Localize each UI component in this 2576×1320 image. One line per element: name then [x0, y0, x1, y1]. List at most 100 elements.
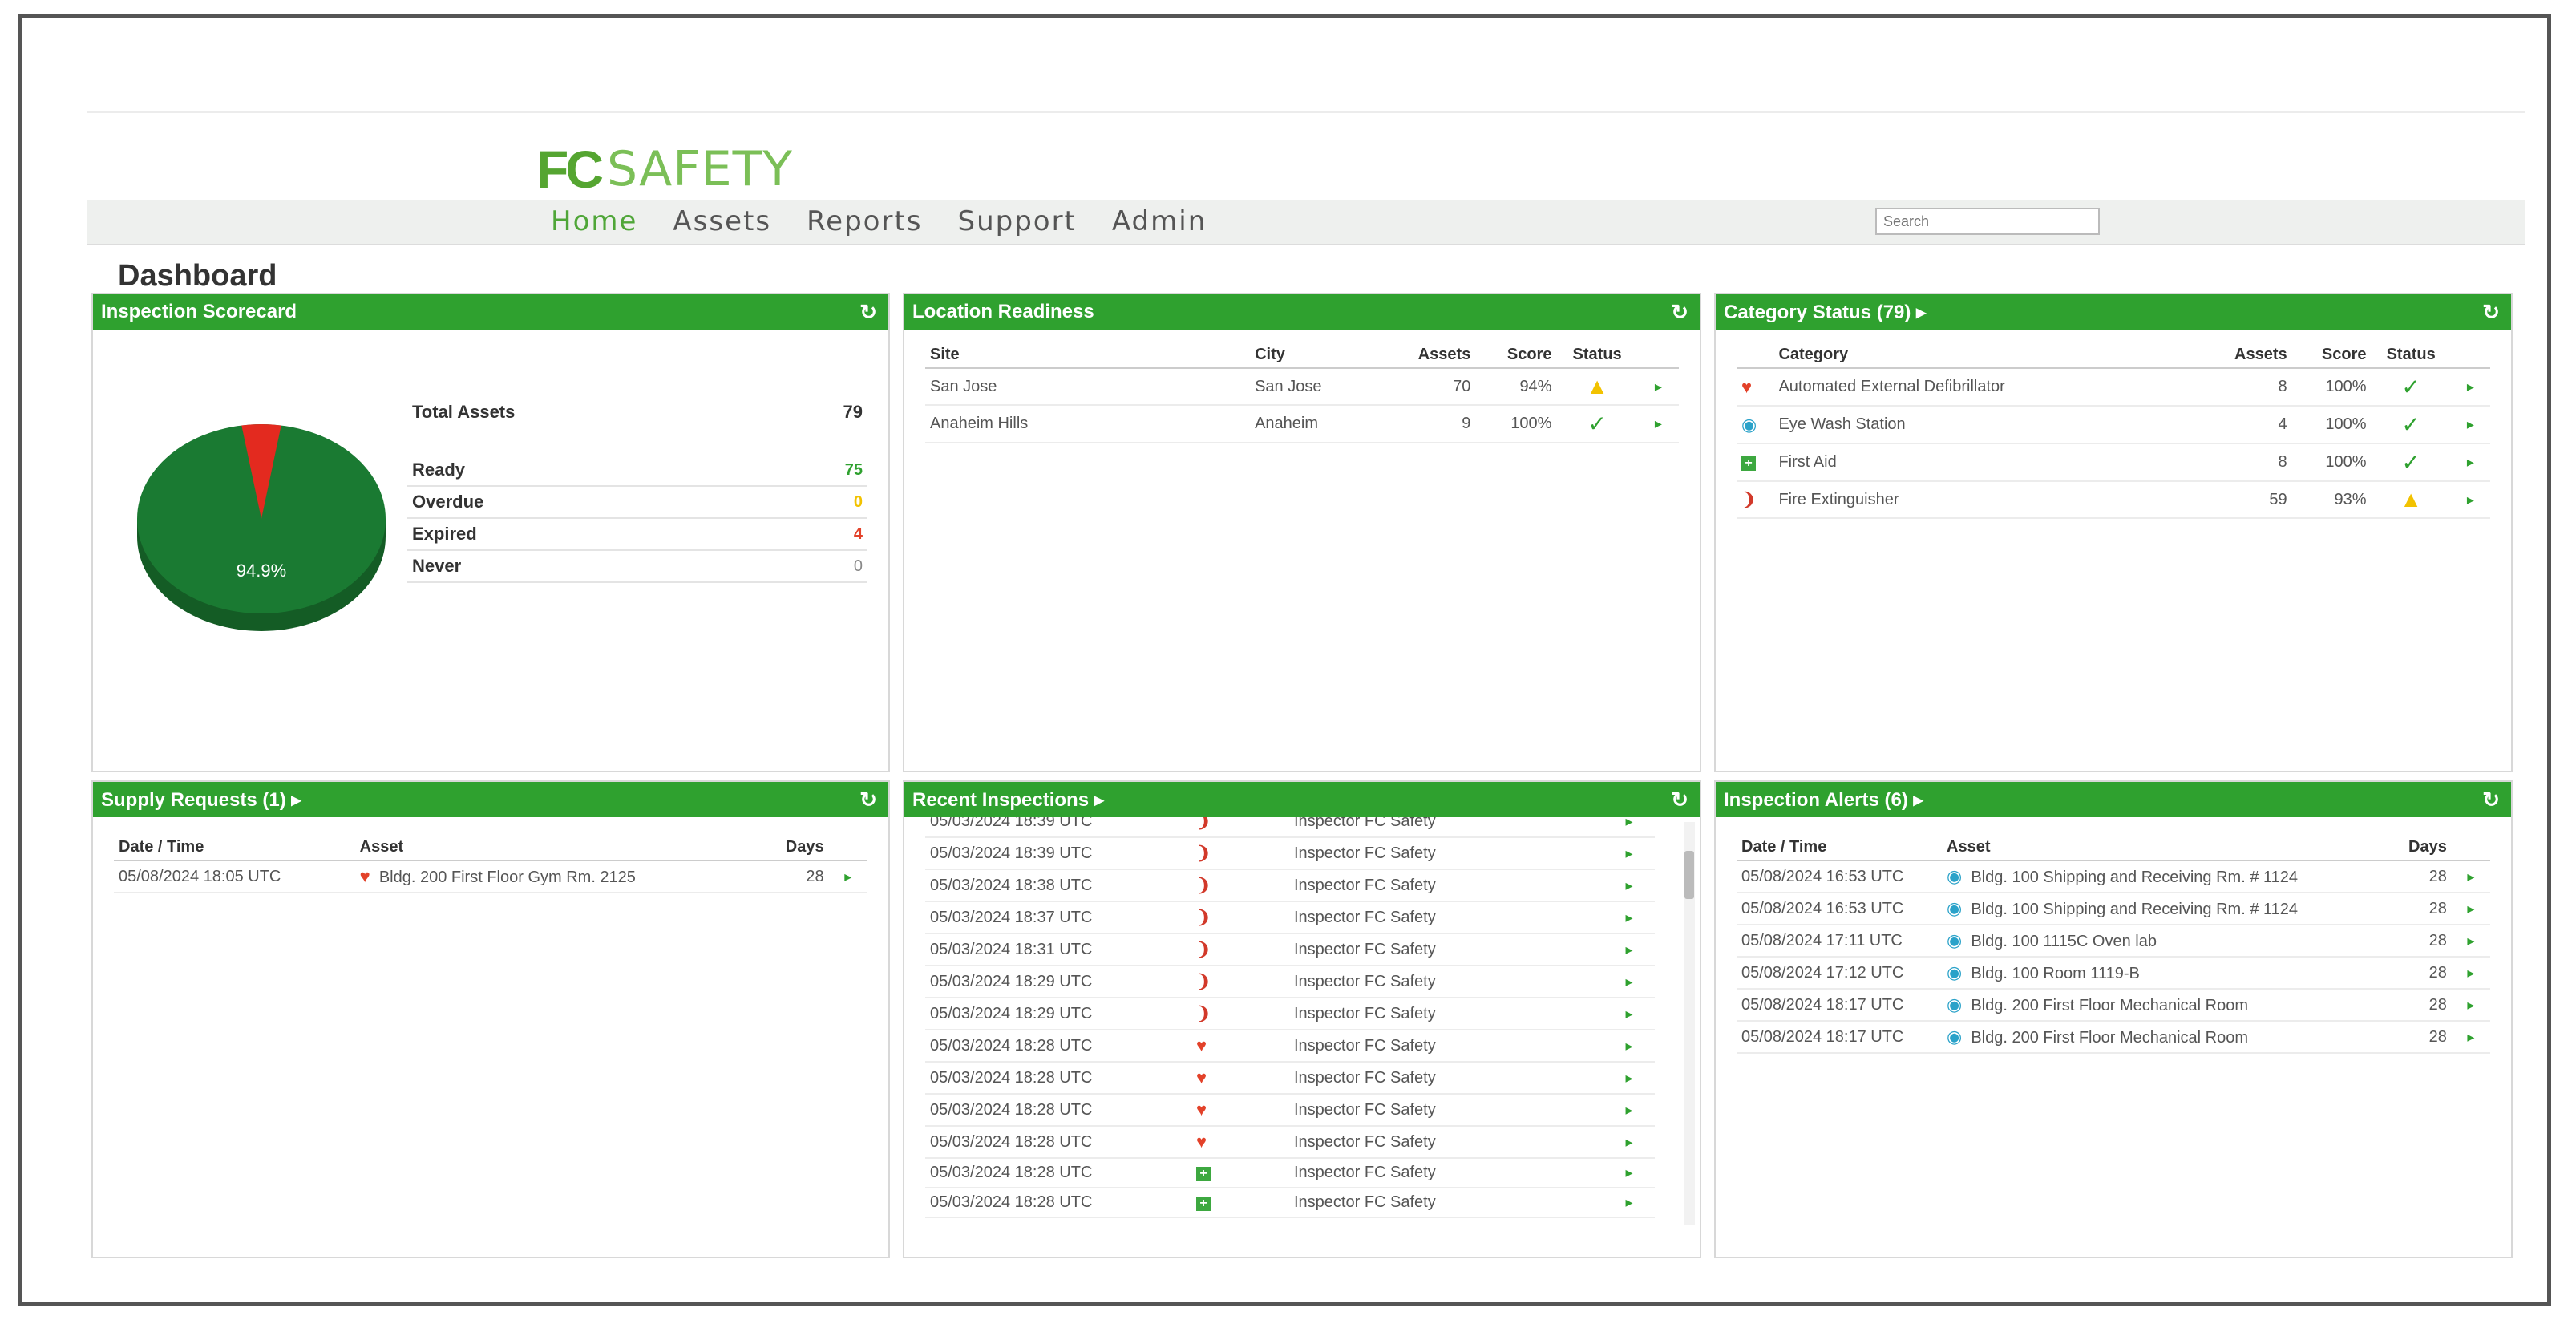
panel-title-link[interactable]: Recent Inspections ▸: [912, 788, 1104, 812]
recent-inspections-panel: Recent Inspections ▸ ↻ 05/03/2024 18:39 …: [903, 780, 1701, 1258]
table-row[interactable]: 05/08/2024 18:05 UTC ♥ Bldg. 200 First F…: [114, 860, 867, 893]
caret-right-icon[interactable]: ▸: [1625, 909, 1632, 925]
asset-cell: Bldg. 100 1115C Oven lab: [1971, 933, 2157, 950]
panel-title-link[interactable]: Category Status (79) ▸: [1724, 301, 1926, 324]
table-row[interactable]: 05/03/2024 18:28 UTC ♥ Inspector FC Safe…: [925, 1126, 1655, 1159]
search-input[interactable]: [1875, 208, 2100, 235]
refresh-icon[interactable]: ↻: [2482, 300, 2500, 325]
scorecard-row[interactable]: Ready 75: [407, 455, 867, 487]
refresh-icon[interactable]: ↻: [859, 300, 877, 325]
table-row[interactable]: 05/03/2024 18:28 UTC + Inspector FC Safe…: [925, 1188, 1655, 1218]
table-row[interactable]: 05/03/2024 18:28 UTC ♥ Inspector FC Safe…: [925, 1094, 1655, 1127]
caret-right-icon[interactable]: ▸: [1625, 974, 1632, 990]
table-row[interactable]: Anaheim Hills Anaheim 9 100% ✓ ▸: [925, 405, 1679, 443]
caret-right-icon[interactable]: ▸: [1625, 845, 1632, 861]
caret-right-icon[interactable]: ▸: [2467, 901, 2474, 917]
inspector-cell: Inspector FC Safety: [1289, 869, 1603, 902]
caret-right-icon[interactable]: ▸: [1655, 379, 1662, 395]
caret-right-icon[interactable]: ▸: [1625, 1006, 1632, 1022]
table-row[interactable]: + First Aid 8 100% ✓ ▸: [1737, 443, 2490, 482]
fire-extinguisher-icon: ❩: [1196, 907, 1211, 927]
fire-extinguisher-icon: ❩: [1196, 939, 1211, 959]
caret-right-icon[interactable]: ▸: [2467, 869, 2474, 885]
panel-header: Location Readiness ↻: [904, 294, 1700, 330]
table-row[interactable]: San Jose San Jose 70 94% ▲ ▸: [925, 368, 1679, 406]
aed-icon: ♥: [1196, 1132, 1207, 1152]
caret-right-icon[interactable]: ▸: [2467, 454, 2474, 470]
caret-right-icon[interactable]: ▸: [1625, 1194, 1632, 1210]
scorecard-row[interactable]: Overdue 0: [407, 486, 867, 519]
caret-right-icon[interactable]: ▸: [2467, 997, 2474, 1013]
asset-cell: Bldg. 200 First Floor Mechanical Room: [1971, 1029, 2249, 1047]
panel-title-link[interactable]: Inspection Alerts (6) ▸: [1724, 788, 1923, 812]
table-row[interactable]: 05/03/2024 18:37 UTC ❩ Inspector FC Safe…: [925, 901, 1655, 934]
table-row[interactable]: 05/08/2024 16:53 UTC ◉ Bldg. 100 Shippin…: [1737, 893, 2490, 925]
total-assets-row: Total Assets 79: [407, 397, 867, 455]
caret-right-icon[interactable]: ▸: [2467, 933, 2474, 949]
caret-right-icon[interactable]: ▸: [2467, 965, 2474, 981]
refresh-icon[interactable]: ↻: [1671, 300, 1688, 325]
caret-right-icon[interactable]: ▸: [844, 869, 851, 885]
nav-support[interactable]: Support: [957, 205, 1076, 237]
caret-right-icon[interactable]: ▸: [1655, 415, 1662, 431]
refresh-icon[interactable]: ↻: [1671, 788, 1688, 812]
nav-admin[interactable]: Admin: [1112, 205, 1207, 237]
date-cell: 05/08/2024 16:53 UTC: [1737, 893, 1942, 925]
caret-right-icon[interactable]: ▸: [1625, 877, 1632, 893]
table-row[interactable]: 05/08/2024 17:12 UTC ◉ Bldg. 100 Room 11…: [1737, 957, 2490, 990]
caret-right-icon: ▸: [1094, 788, 1104, 811]
caret-right-icon[interactable]: ▸: [1625, 941, 1632, 958]
scorecard-row[interactable]: Never 0: [407, 550, 867, 583]
asset-cell: Bldg. 200 First Floor Mechanical Room: [1971, 997, 2249, 1014]
panel-title-link[interactable]: Supply Requests (1) ▸: [101, 788, 301, 812]
date-cell: 05/03/2024 18:38 UTC: [925, 869, 1191, 902]
eye-wash-icon: ◉: [1947, 962, 1963, 982]
brand-logo[interactable]: FC SAFETY: [536, 140, 793, 199]
table-row[interactable]: 05/03/2024 18:29 UTC ❩ Inspector FC Safe…: [925, 966, 1655, 998]
scrollbar-thumb[interactable]: [1684, 851, 1694, 899]
table-row[interactable]: 05/03/2024 18:39 UTC ❩ Inspector FC Safe…: [925, 837, 1655, 870]
nav-reports[interactable]: Reports: [807, 205, 922, 237]
refresh-icon[interactable]: ↻: [859, 788, 877, 812]
date-cell: 05/08/2024 17:12 UTC: [1737, 957, 1942, 990]
caret-right-icon[interactable]: ▸: [1625, 1070, 1632, 1086]
category-status-panel: Category Status (79) ▸ ↻ Category Assets…: [1714, 293, 2513, 772]
score-cell: 100%: [2291, 368, 2372, 407]
table-row[interactable]: 05/08/2024 17:11 UTC ◉ Bldg. 100 1115C O…: [1737, 925, 2490, 958]
check-icon: ✓: [2401, 375, 2420, 399]
table-row[interactable]: ♥ Automated External Defibrillator 8 100…: [1737, 368, 2490, 407]
nav-home[interactable]: Home: [551, 205, 637, 237]
caret-right-icon[interactable]: ▸: [1625, 1102, 1632, 1118]
table-row[interactable]: 05/08/2024 18:17 UTC ◉ Bldg. 200 First F…: [1737, 989, 2490, 1022]
caret-right-icon[interactable]: ▸: [1625, 1038, 1632, 1054]
column-header: Date / Time: [1737, 835, 1942, 861]
inspector-cell: Inspector FC Safety: [1289, 933, 1603, 966]
caret-right-icon[interactable]: ▸: [1625, 1134, 1632, 1150]
caret-right-icon[interactable]: ▸: [1625, 1164, 1632, 1180]
date-cell: 05/03/2024 18:39 UTC: [925, 837, 1191, 870]
column-header-blank: [2450, 342, 2490, 369]
scrollbar[interactable]: [1684, 822, 1695, 1225]
table-row[interactable]: 05/03/2024 18:38 UTC ❩ Inspector FC Safe…: [925, 869, 1655, 902]
refresh-icon[interactable]: ↻: [2482, 788, 2500, 812]
table-row[interactable]: 05/03/2024 18:28 UTC ♥ Inspector FC Safe…: [925, 1030, 1655, 1063]
table-row[interactable]: 05/03/2024 18:28 UTC ♥ Inspector FC Safe…: [925, 1062, 1655, 1095]
table-row[interactable]: 05/08/2024 18:17 UTC ◉ Bldg. 200 First F…: [1737, 1021, 2490, 1054]
scorecard-row[interactable]: Expired 4: [407, 518, 867, 551]
total-assets-label: Total Assets: [412, 402, 516, 422]
nav-assets[interactable]: Assets: [673, 205, 771, 237]
scorecard-value: 0: [772, 486, 867, 519]
table-row[interactable]: 05/08/2024 16:53 UTC ◉ Bldg. 100 Shippin…: [1737, 860, 2490, 893]
caret-right-icon[interactable]: ▸: [2467, 492, 2474, 508]
table-row[interactable]: 05/03/2024 18:31 UTC ❩ Inspector FC Safe…: [925, 933, 1655, 966]
table-row[interactable]: ◉ Eye Wash Station 4 100% ✓ ▸: [1737, 406, 2490, 444]
date-cell: 05/03/2024 18:28 UTC: [925, 1094, 1191, 1127]
table-row[interactable]: 05/03/2024 18:29 UTC ❩ Inspector FC Safe…: [925, 998, 1655, 1030]
caret-right-icon[interactable]: ▸: [2467, 379, 2474, 395]
caret-right-icon[interactable]: ▸: [2467, 416, 2474, 432]
table-row[interactable]: 05/03/2024 18:28 UTC + Inspector FC Safe…: [925, 1158, 1655, 1188]
table-row[interactable]: ❩ Fire Extinguisher 59 93% ▲ ▸: [1737, 481, 2490, 519]
caret-right-icon: ▸: [1916, 301, 1927, 323]
table-header-row: Site City Assets Score Status: [925, 342, 1679, 369]
caret-right-icon[interactable]: ▸: [2467, 1029, 2474, 1045]
